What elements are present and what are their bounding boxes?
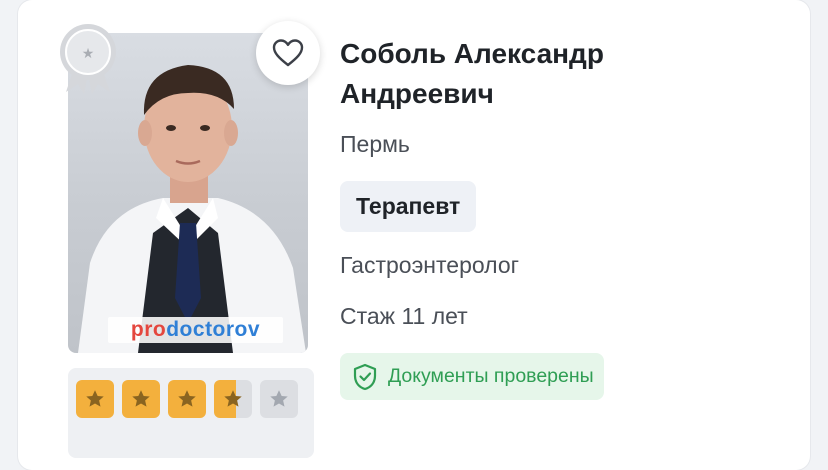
star-icon (76, 380, 114, 418)
watermark-logo: pro doctorov (108, 317, 283, 343)
watermark-part-2: doctorov (166, 318, 261, 341)
doctor-subspecialty: Гастроэнтеролог (340, 252, 520, 278)
watermark-part-1: pro (130, 318, 167, 341)
doctor-experience: Стаж 11 лет (340, 303, 468, 329)
documents-verified-label: Документы проверены (388, 365, 594, 387)
star-icon (214, 380, 252, 418)
svg-text:★: ★ (82, 46, 95, 62)
rating-widget (68, 368, 314, 458)
specialty-tag[interactable]: Терапевт (340, 181, 477, 232)
star-icon (168, 380, 206, 418)
rating-stars (76, 380, 298, 418)
star-icon (260, 380, 298, 418)
doctor-card: pro doctorov ★ Соболь Александр Андреевич… (18, 0, 810, 470)
shield-check-icon (353, 363, 377, 390)
doctor-name[interactable]: Соболь Александр Андреевич (340, 34, 720, 114)
favorite-button[interactable] (256, 21, 320, 85)
heart-outline-icon (272, 39, 304, 67)
star-icon (122, 380, 160, 418)
documents-verified-badge: Документы проверены (340, 353, 604, 400)
award-medal-icon: ★ (56, 24, 120, 94)
doctor-city: Пермь (340, 131, 410, 157)
